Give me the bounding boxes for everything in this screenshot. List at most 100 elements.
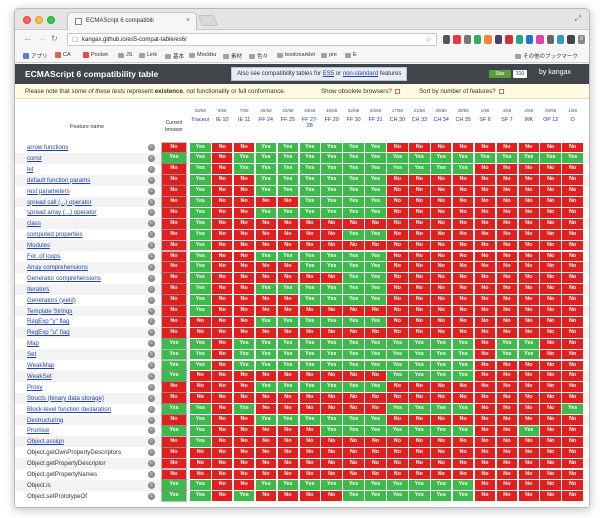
test-code-icon[interactable]: c (148, 253, 155, 260)
feature-name-link[interactable]: spread array (...) operator (27, 209, 96, 216)
bookmark-item[interactable]: pre (321, 52, 337, 58)
feature-name-link[interactable]: spread call (...) operator (27, 199, 92, 206)
feature-name-link[interactable]: Template Strings (27, 308, 72, 315)
test-code-icon[interactable]: c (148, 383, 155, 391)
column-header[interactable]: O (562, 117, 583, 123)
github-star-button[interactable]: Star (489, 70, 511, 78)
test-code-icon[interactable]: c (148, 263, 155, 271)
bookmark-item[interactable]: 素材 (223, 52, 242, 60)
test-code-icon[interactable]: c (148, 318, 155, 326)
column-header[interactable]: OP 12 (540, 117, 561, 123)
test-code-icon[interactable]: c (148, 405, 155, 413)
feature-name-link[interactable]: WeakMap (27, 362, 54, 369)
column-header[interactable]: CH 34 (431, 117, 452, 123)
test-code-icon[interactable]: c (148, 274, 155, 282)
column-header[interactable]: FF 25 (278, 117, 299, 123)
fullscreen-icon[interactable]: ⤢ (575, 14, 581, 24)
close-window-button[interactable] (23, 16, 31, 24)
test-code-icon[interactable]: c (148, 492, 155, 500)
non-standard-link[interactable]: non-standard (343, 71, 378, 77)
column-header[interactable]: IE 10 (212, 117, 233, 123)
test-code-icon[interactable]: c (148, 220, 155, 228)
tab-close-icon[interactable]: × (186, 17, 190, 24)
bookmark-star-icon[interactable]: ☆ (425, 35, 432, 44)
test-code-icon[interactable]: c (148, 449, 155, 457)
feature-name-link[interactable]: RegExp "u" flag (27, 329, 70, 336)
bookmark-item[interactable]: アプリ (23, 52, 48, 60)
extension-icon[interactable] (536, 35, 544, 44)
test-code-icon[interactable]: c (148, 307, 155, 315)
test-code-icon[interactable]: c (148, 329, 155, 337)
extension-icon[interactable] (453, 35, 461, 44)
feature-name-link[interactable]: const (27, 155, 42, 162)
test-code-icon[interactable]: c (148, 394, 155, 402)
minimize-window-button[interactable] (35, 16, 43, 24)
test-code-icon[interactable]: c (148, 154, 155, 162)
test-code-icon[interactable]: c (148, 231, 155, 239)
test-code-icon[interactable]: c (148, 242, 155, 250)
reload-icon[interactable]: ↻ (51, 34, 58, 43)
feature-name-link[interactable]: Array comprehensions (27, 264, 88, 271)
feature-name-link[interactable]: Block-level function declaration (27, 406, 111, 413)
feature-name-link[interactable]: Set (27, 351, 36, 358)
column-header[interactable]: FF 27-28 (300, 117, 321, 129)
test-code-icon[interactable]: c (148, 351, 155, 359)
feature-name-link[interactable]: let (27, 166, 33, 173)
test-code-icon[interactable]: c (148, 340, 155, 348)
feature-name-link[interactable]: Generators (yield) (27, 297, 76, 304)
test-code-icon[interactable]: c (148, 187, 155, 195)
column-header[interactable]: IE 11 (234, 117, 255, 123)
column-header[interactable]: Traceur (190, 117, 211, 123)
extension-icon[interactable] (546, 35, 554, 44)
feature-name-link[interactable]: Destructuring (27, 417, 63, 424)
extension-icon[interactable] (556, 35, 565, 44)
feature-name-link[interactable]: Proxy (27, 384, 43, 391)
column-header[interactable]: CH 35 (453, 117, 474, 123)
browser-tab[interactable]: ECMAScript 6 compatibili × (67, 12, 197, 30)
column-header[interactable]: WK (519, 117, 540, 123)
test-code-icon[interactable]: c (148, 165, 155, 173)
test-code-icon[interactable]: c (148, 209, 155, 217)
feature-name-link[interactable]: arrow functions (27, 144, 68, 151)
column-header[interactable]: CH 30 (387, 117, 408, 123)
bookmark-item[interactable]: 基本 (165, 52, 184, 60)
feature-name-link[interactable]: rest parameters (27, 188, 70, 195)
column-header[interactable]: SF 6 (475, 117, 496, 123)
address-url[interactable]: kangax.github.io/es5-compat-table/es6/ (82, 37, 187, 43)
column-header[interactable]: CH 33 (409, 117, 430, 123)
extension-icon[interactable] (505, 35, 513, 44)
test-code-icon[interactable]: c (148, 481, 155, 489)
forward-arrow-icon[interactable]: → (37, 33, 46, 43)
new-tab-button[interactable] (197, 15, 219, 26)
feature-name-link[interactable]: Iterators (27, 286, 49, 293)
feature-name-link[interactable]: Modules (27, 242, 50, 249)
show-obsolete-checkbox[interactable] (394, 89, 400, 94)
column-header[interactable]: FF 24 (256, 117, 277, 123)
test-code-icon[interactable]: c (148, 372, 155, 380)
feature-name-link[interactable]: default function params (27, 177, 90, 184)
bookmark-item[interactable]: CA (55, 52, 71, 58)
feature-name-link[interactable]: Generator comprehensions (27, 275, 101, 282)
bookmark-item[interactable]: JS (118, 52, 132, 58)
bookmark-item[interactable]: Mockbu (189, 52, 216, 58)
column-header[interactable]: FF 31 (365, 117, 386, 123)
page-info-icon[interactable]: ☐ (72, 36, 78, 44)
address-bar[interactable]: ☐ kangax.github.io/es5-compat-table/es6/… (67, 33, 437, 46)
feature-name-link[interactable]: Promise (27, 427, 49, 434)
test-code-icon[interactable]: c (148, 416, 155, 424)
show-obsolete-option[interactable]: Show obsolete browsers? (321, 88, 400, 95)
bookmark-item[interactable]: 色々 (249, 52, 268, 60)
sort-by-features-option[interactable]: Sort by number of features? (419, 88, 504, 95)
test-code-icon[interactable]: c (148, 471, 155, 478)
test-code-icon[interactable]: c (148, 438, 155, 446)
test-code-icon[interactable]: c (148, 460, 155, 468)
feature-name-link[interactable]: class (27, 220, 41, 227)
feature-name-link[interactable]: Structs (binary data storage) (27, 395, 104, 402)
feature-name-link[interactable]: RegExp "y" flag (27, 318, 69, 325)
extension-icon[interactable] (484, 35, 492, 44)
extension-icon[interactable] (494, 35, 503, 44)
test-code-icon[interactable]: c (148, 176, 155, 184)
extension-icon[interactable] (525, 35, 534, 44)
feature-name-link[interactable]: computed properties (27, 231, 83, 238)
bookmark-item[interactable]: Link (139, 52, 157, 58)
